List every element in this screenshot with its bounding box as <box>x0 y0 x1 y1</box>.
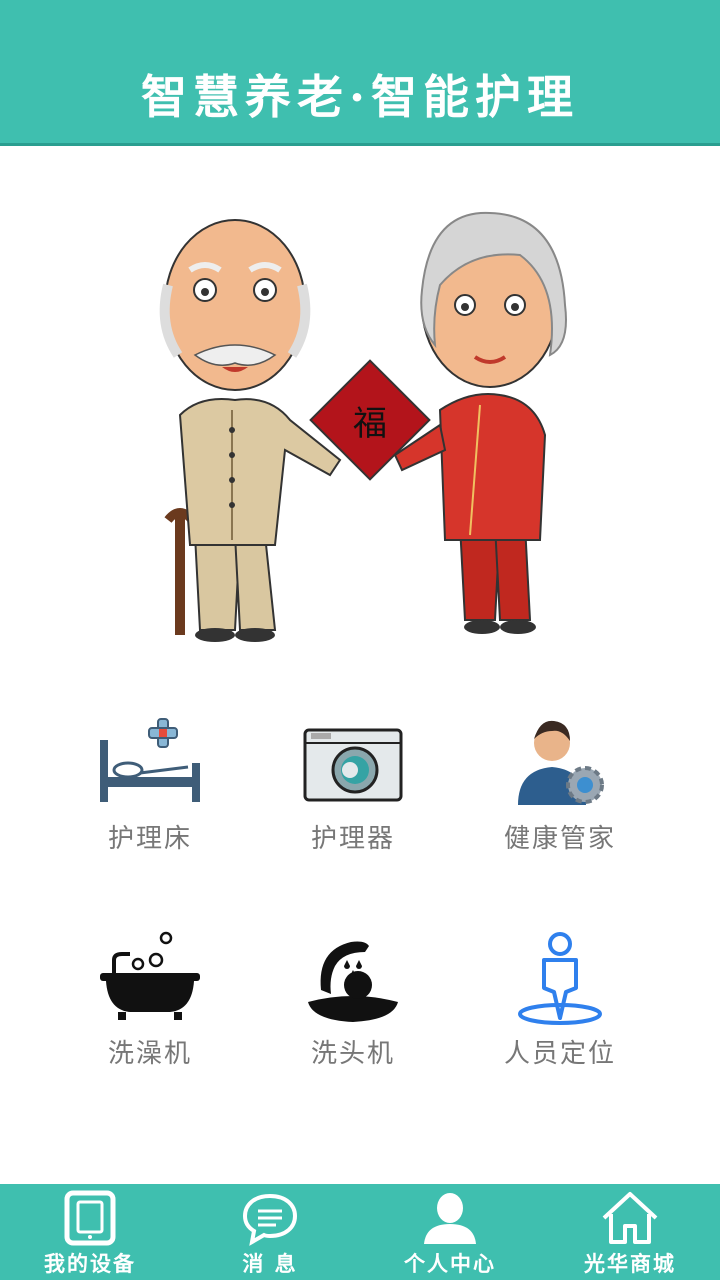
old-man-figure <box>159 219 342 642</box>
health-manager-icon <box>518 720 604 805</box>
tab-messages[interactable]: 消 息 <box>180 1184 360 1280</box>
bottom-tab-bar: 我的设备 消 息 个人中心 光华商城 <box>0 1184 720 1280</box>
tab-my-devices[interactable]: 我的设备 <box>0 1184 180 1280</box>
service-label: 健康管家 <box>503 824 616 854</box>
tab-label: 光华商城 <box>584 1251 676 1276</box>
page-title: 智慧养老·智能护理 <box>140 70 579 124</box>
nursing-device-icon <box>303 728 403 802</box>
elderly-couple-illustration: 福 <box>159 211 567 642</box>
service-label: 人员定位 <box>503 1039 616 1069</box>
user-icon <box>424 1193 476 1244</box>
tablet-icon <box>64 1190 116 1246</box>
tab-label: 消 息 <box>242 1251 298 1276</box>
service-bath-machine[interactable]: 洗澡机 <box>50 930 250 1090</box>
tab-personal-center[interactable]: 个人中心 <box>360 1184 540 1280</box>
service-label: 洗头机 <box>310 1039 395 1069</box>
service-label: 洗澡机 <box>107 1039 192 1069</box>
service-label: 护理床 <box>107 824 192 854</box>
bathtub-icon <box>100 931 200 1020</box>
service-hair-wash-machine[interactable]: 洗头机 <box>253 930 453 1090</box>
service-person-location[interactable]: 人员定位 <box>460 930 660 1090</box>
chat-bubble-icon <box>242 1193 298 1246</box>
service-nursing-device[interactable]: 护理器 <box>253 715 453 875</box>
home-icon <box>602 1192 658 1244</box>
service-health-manager[interactable]: 健康管家 <box>460 715 660 875</box>
tab-label: 我的设备 <box>44 1251 136 1276</box>
hair-wash-icon <box>308 941 398 1022</box>
service-label: 护理器 <box>310 824 395 854</box>
tab-mall[interactable]: 光华商城 <box>540 1184 720 1280</box>
app-header: 智慧养老·智能护理 <box>0 0 720 146</box>
service-nursing-bed[interactable]: 护理床 <box>50 715 250 875</box>
nursing-bed-icon <box>100 718 200 802</box>
fu-character: 福 <box>353 404 387 444</box>
tab-label: 个人中心 <box>404 1251 496 1276</box>
location-person-icon <box>518 932 602 1025</box>
